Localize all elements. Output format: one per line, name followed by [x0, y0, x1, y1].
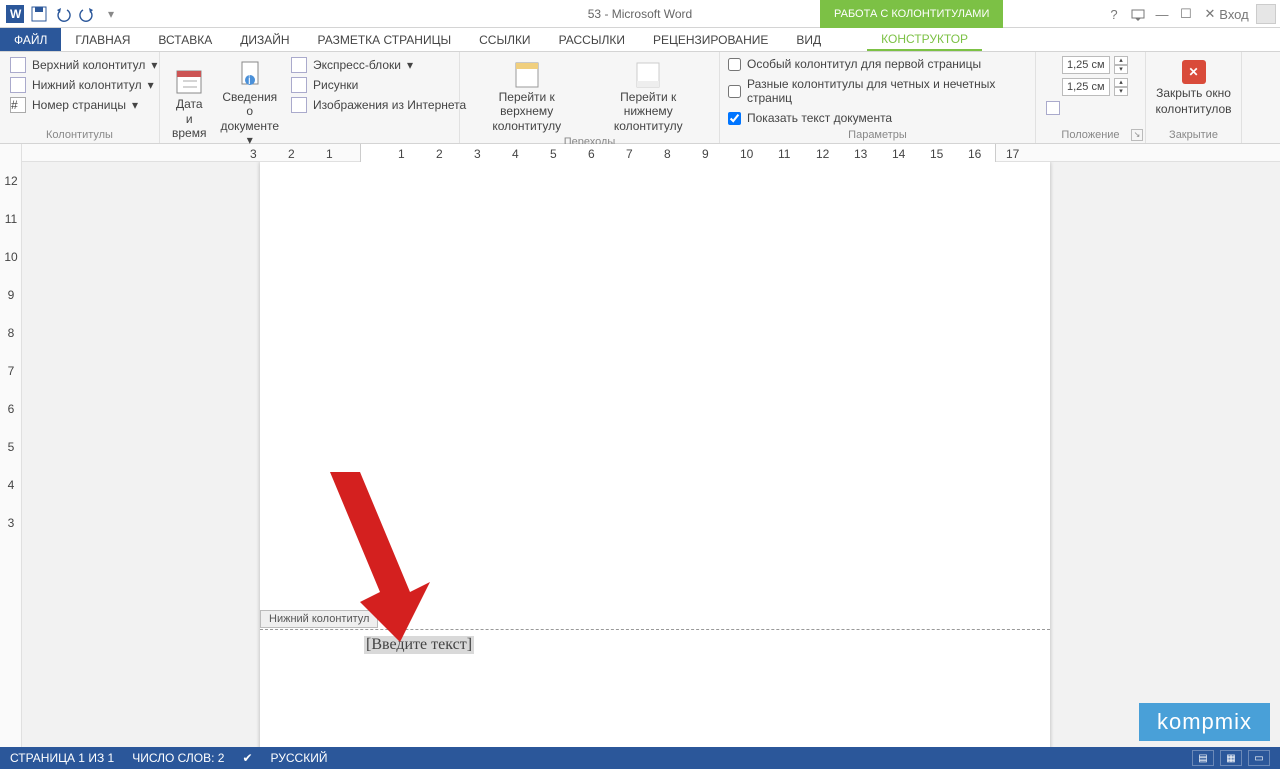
- calendar-icon: [173, 65, 205, 97]
- tab-references[interactable]: ССЫЛКИ: [465, 28, 544, 51]
- insert-alignment-tab[interactable]: [1044, 100, 1128, 116]
- document-area[interactable]: Нижний колонтитул [Введите текст]: [22, 162, 1280, 765]
- svg-text:i: i: [248, 73, 251, 87]
- goto-footer-icon: [632, 58, 664, 90]
- quick-parts-icon: [291, 57, 307, 73]
- tab-design[interactable]: ДИЗАЙН: [226, 28, 303, 51]
- status-language[interactable]: РУССКИЙ: [271, 751, 328, 765]
- footer-button[interactable]: Нижний колонтитул ▾: [8, 76, 159, 94]
- header-top-icon: [1044, 58, 1058, 72]
- online-pictures-button[interactable]: Изображения из Интернета: [289, 96, 468, 114]
- maximize-icon[interactable]: ☐: [1176, 4, 1196, 24]
- different-first-checkbox[interactable]: Особый колонтитул для первой страницы: [728, 56, 1027, 72]
- show-doc-text-checkbox[interactable]: Показать текст документа: [728, 110, 1027, 126]
- chevron-down-icon: ▾: [151, 58, 157, 72]
- close-hf-icon: ✕: [1182, 60, 1206, 84]
- annotation-arrow-icon: [320, 472, 440, 642]
- help-icon[interactable]: ?: [1104, 4, 1124, 24]
- group-position-label: Положение: [1044, 128, 1137, 141]
- header-button[interactable]: Верхний колонтитул ▾: [8, 56, 159, 74]
- footer-label: Нижний колонтитул: [32, 78, 142, 92]
- pictures-icon: [291, 77, 307, 93]
- doc-info-button[interactable]: i Сведения одокументе▾: [216, 56, 283, 150]
- status-bar: СТРАНИЦА 1 ИЗ 1 ЧИСЛО СЛОВ: 2 ✔ РУССКИЙ …: [0, 747, 1280, 769]
- avatar[interactable]: [1256, 4, 1276, 24]
- tab-designer[interactable]: КОНСТРУКТОР: [867, 28, 982, 51]
- watermark: kompmix: [1139, 703, 1270, 741]
- spin-down-icon[interactable]: ▾: [1114, 87, 1128, 96]
- context-tool-tab: РАБОТА С КОЛОНТИТУЛАМИ: [820, 0, 1003, 28]
- chevron-down-icon: ▾: [132, 98, 138, 112]
- tab-mailings[interactable]: РАССЫЛКИ: [545, 28, 639, 51]
- goto-footer-button: Перейти к нижнемуколонтитулу: [591, 56, 705, 135]
- save-icon[interactable]: [28, 3, 50, 25]
- header-label: Верхний колонтитул: [32, 58, 145, 72]
- goto-header-icon: [511, 58, 543, 90]
- view-read-icon[interactable]: ▤: [1192, 750, 1214, 766]
- pictures-button[interactable]: Рисунки: [289, 76, 468, 94]
- page-number-label: Номер страницы: [32, 98, 126, 112]
- dialog-launcher-icon[interactable]: ↘: [1131, 129, 1143, 141]
- tab-home[interactable]: ГЛАВНАЯ: [61, 28, 144, 51]
- goto-header-button[interactable]: Перейти к верхнемуколонтитулу: [468, 56, 585, 135]
- group-hf-label: Колонтитулы: [8, 128, 151, 141]
- alignment-tab-icon: [1046, 101, 1060, 115]
- spin-up-icon[interactable]: ▴: [1114, 78, 1128, 87]
- group-options-label: Параметры: [728, 128, 1027, 141]
- status-proofing-icon[interactable]: ✔: [242, 751, 252, 765]
- spin-up-icon[interactable]: ▴: [1114, 56, 1128, 65]
- doc-info-icon: i: [234, 58, 266, 90]
- vertical-ruler[interactable]: 12 11 10 9 8 7 6 5 4 3: [0, 144, 22, 765]
- minimize-icon[interactable]: —: [1152, 4, 1172, 24]
- quick-parts-button[interactable]: Экспресс-блоки▾: [289, 56, 468, 74]
- page-number-icon: #: [10, 97, 26, 113]
- window-title: 53 - Microsoft Word: [588, 7, 692, 21]
- status-words[interactable]: ЧИСЛО СЛОВ: 2: [132, 751, 224, 765]
- close-icon[interactable]: ✕: [1200, 4, 1220, 24]
- page-number-button[interactable]: # Номер страницы ▾: [8, 96, 159, 114]
- footer-icon: [10, 77, 26, 93]
- svg-text:W: W: [10, 7, 22, 21]
- qat-customize-icon[interactable]: ▾: [100, 3, 122, 25]
- header-icon: [10, 57, 26, 73]
- redo-icon[interactable]: [76, 3, 98, 25]
- page[interactable]: Нижний колонтитул [Введите текст]: [260, 162, 1050, 765]
- tab-layout[interactable]: РАЗМЕТКА СТРАНИЦЫ: [304, 28, 466, 51]
- status-page[interactable]: СТРАНИЦА 1 ИЗ 1: [10, 751, 114, 765]
- footer-bottom-spinner[interactable]: ▴▾: [1044, 78, 1128, 96]
- horizontal-ruler[interactable]: 3 2 1 1 2 3 4 5 6 7 8 9 10 11 12 13 14 1…: [22, 144, 1280, 162]
- tab-insert[interactable]: ВСТАВКА: [144, 28, 226, 51]
- tab-review[interactable]: РЕЦЕНЗИРОВАНИЕ: [639, 28, 782, 51]
- close-header-footer-button[interactable]: ✕ Закрыть окно колонтитулов: [1150, 56, 1238, 128]
- group-close-label: Закрытие: [1154, 128, 1233, 141]
- ribbon-options-icon[interactable]: [1128, 4, 1148, 24]
- date-time-button[interactable]: Дата ивремя: [168, 56, 210, 150]
- view-print-icon[interactable]: ▦: [1220, 750, 1242, 766]
- chevron-down-icon: ▾: [148, 78, 154, 92]
- view-web-icon[interactable]: ▭: [1248, 750, 1270, 766]
- login-link[interactable]: Вход: [1224, 4, 1244, 24]
- chevron-down-icon: ▾: [407, 58, 413, 72]
- header-top-spinner[interactable]: ▴▾: [1044, 56, 1128, 74]
- tab-view[interactable]: ВИД: [782, 28, 835, 51]
- word-logo-icon: W: [4, 3, 26, 25]
- tab-file[interactable]: ФАЙЛ: [0, 28, 61, 51]
- footer-bottom-icon: [1044, 80, 1058, 94]
- spin-down-icon[interactable]: ▾: [1114, 65, 1128, 74]
- undo-icon[interactable]: [52, 3, 74, 25]
- different-odd-even-checkbox[interactable]: Разные колонтитулы для четных и нечетных…: [728, 76, 1027, 106]
- online-pictures-icon: [291, 97, 307, 113]
